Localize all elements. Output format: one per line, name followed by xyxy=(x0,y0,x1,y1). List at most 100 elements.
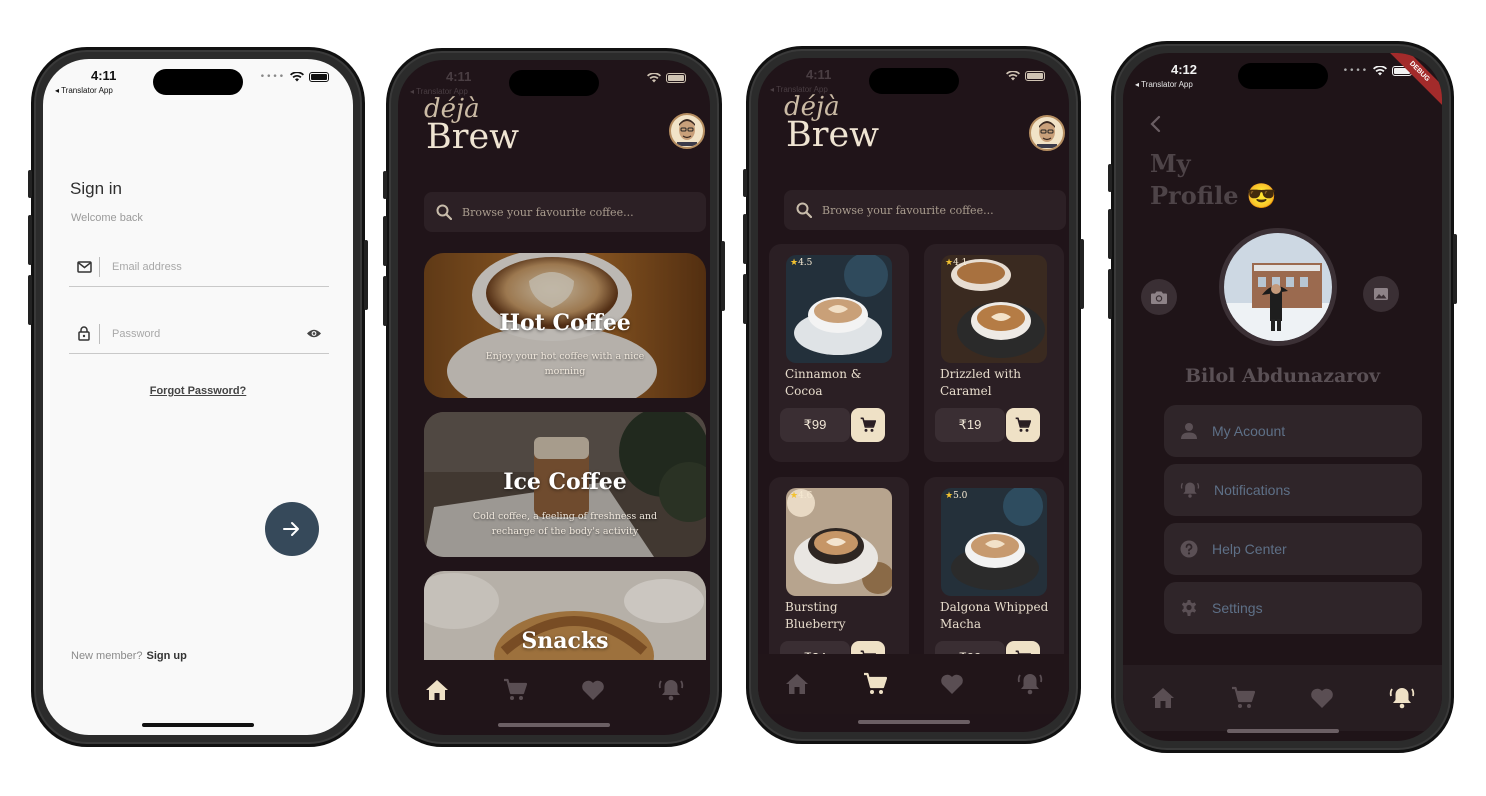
bell-icon[interactable] xyxy=(656,675,686,705)
password-field[interactable] xyxy=(69,314,329,354)
menu-label: My Acoount xyxy=(1212,423,1286,439)
wifi-icon xyxy=(1006,71,1020,81)
rating-value: 5.0 xyxy=(953,491,968,501)
product-card[interactable]: ★4.1 Drizzled with Caramel ₹19 xyxy=(924,244,1064,462)
bell-icon[interactable] xyxy=(1387,683,1417,713)
menu-notifications[interactable]: Notifications xyxy=(1164,464,1422,516)
back-to-app-link[interactable]: ◂ Translator App xyxy=(1135,80,1193,89)
side-button xyxy=(383,171,387,199)
bell-icon[interactable] xyxy=(1015,669,1045,699)
category-title: Ice Coffee xyxy=(503,469,627,495)
menu-settings[interactable]: Settings xyxy=(1164,582,1422,634)
side-button xyxy=(743,169,747,197)
avatar[interactable] xyxy=(1029,115,1065,151)
camera-button[interactable] xyxy=(1141,279,1177,315)
search-bar[interactable] xyxy=(424,192,706,232)
search-input[interactable] xyxy=(462,205,682,219)
product-price: ₹19 xyxy=(935,408,1005,442)
product-image: ★5.0 xyxy=(941,488,1047,596)
home-icon[interactable] xyxy=(782,669,812,699)
product-card[interactable]: ★4.5 Cinnamon & Cocoa ₹99 xyxy=(769,244,909,462)
side-button xyxy=(1108,269,1112,319)
email-input[interactable] xyxy=(112,260,329,273)
back-button[interactable] xyxy=(1149,115,1161,137)
wifi-icon xyxy=(647,73,661,83)
side-button xyxy=(364,240,368,310)
forgot-password-link[interactable]: Forgot Password? xyxy=(43,385,353,397)
search-icon xyxy=(796,202,812,218)
menu-my-account[interactable]: My Acoount xyxy=(1164,405,1422,457)
cart-icon[interactable] xyxy=(1228,683,1258,713)
rating-badge: ★4.5 xyxy=(790,258,812,268)
bell-icon xyxy=(1180,482,1200,498)
side-button xyxy=(1453,234,1457,304)
page-title-line2: Profile 😎 xyxy=(1150,181,1277,210)
heart-icon[interactable] xyxy=(937,669,967,699)
eye-icon[interactable] xyxy=(299,328,329,339)
category-card-hot-coffee[interactable]: Hot Coffee Enjoy your hot coffee with a … xyxy=(424,253,706,398)
rating-badge: ★4.1 xyxy=(945,258,967,268)
star-icon: ★ xyxy=(945,491,954,501)
profile-name: Bilol Abdunazarov xyxy=(1184,365,1381,387)
phone-profile: DEBUG 4:12 ◂ Translator App •••• My Prof… xyxy=(1108,41,1457,753)
help-icon xyxy=(1180,540,1198,558)
home-icon[interactable] xyxy=(422,675,452,705)
person-icon xyxy=(1181,423,1197,439)
page-title-line1: My xyxy=(1150,149,1191,178)
rating-value: 4.1 xyxy=(953,258,968,268)
page-title: My Profile 😎 xyxy=(1150,148,1277,212)
cart-icon[interactable] xyxy=(500,675,530,705)
side-button xyxy=(743,274,747,324)
battery-icon xyxy=(309,72,329,82)
phone-home: 4:11 ◂ Translator App déjà Brew Browse y… xyxy=(383,48,725,747)
status-time: 4:11 xyxy=(806,67,832,82)
category-title: Hot Coffee xyxy=(499,310,631,336)
add-to-cart-button[interactable] xyxy=(1006,408,1040,442)
phone-products: 4:11 ◂ Translator App déjà Brew ★4.5 xyxy=(743,46,1084,744)
status-icons: •••• xyxy=(1343,66,1412,76)
signal-icon: •••• xyxy=(1342,66,1368,76)
avatar[interactable] xyxy=(669,113,705,149)
status-icons xyxy=(1006,71,1045,81)
menu-label: Settings xyxy=(1212,600,1263,616)
bottom-nav xyxy=(398,660,710,720)
status-time: 4:11 xyxy=(91,68,117,83)
heart-icon[interactable] xyxy=(1307,683,1337,713)
product-name: Drizzled with Caramel xyxy=(940,367,1021,398)
add-to-cart-button[interactable] xyxy=(851,408,885,442)
password-input[interactable] xyxy=(112,327,299,340)
search-input[interactable] xyxy=(822,203,1042,217)
products-screen: 4:11 ◂ Translator App déjà Brew ★4.5 xyxy=(758,58,1069,732)
category-title: Snacks xyxy=(521,628,609,654)
menu-help-center[interactable]: Help Center xyxy=(1164,523,1422,575)
side-button xyxy=(28,170,32,198)
product-name: Cinnamon & Cocoa xyxy=(785,367,862,398)
category-card-ice-coffee[interactable]: Ice Coffee Cold coffee, a feeling of fre… xyxy=(424,412,706,557)
submit-button[interactable] xyxy=(265,502,319,556)
back-to-app-link[interactable]: ◂ Translator App xyxy=(55,86,113,95)
dynamic-island xyxy=(509,70,599,96)
search-bar[interactable] xyxy=(784,190,1066,230)
cart-icon xyxy=(1015,417,1031,432)
home-icon[interactable] xyxy=(1148,683,1178,713)
profile-photo[interactable] xyxy=(1219,228,1337,346)
status-time: 4:11 xyxy=(446,69,472,84)
email-field[interactable] xyxy=(69,247,329,287)
gallery-button[interactable] xyxy=(1363,276,1399,312)
cart-icon xyxy=(860,417,876,432)
home-indicator xyxy=(1226,729,1339,733)
signup-prompt: New member? Sign up xyxy=(71,650,187,662)
status-icons: •••• xyxy=(260,72,329,82)
home-screen: 4:11 ◂ Translator App déjà Brew Browse y… xyxy=(398,60,710,735)
phone-signin: 4:11 ◂ Translator App •••• Sign in Welco… xyxy=(28,47,368,747)
rating-badge: ★5.0 xyxy=(945,491,967,501)
brand-logo-bottom: Brew xyxy=(786,115,880,155)
home-indicator xyxy=(498,723,610,727)
rating-value: 4.6 xyxy=(798,491,813,501)
bottom-nav xyxy=(1123,665,1442,731)
signup-link[interactable]: Sign up xyxy=(147,650,187,662)
heart-icon[interactable] xyxy=(578,675,608,705)
side-button xyxy=(28,215,32,265)
star-icon: ★ xyxy=(945,258,954,268)
cart-icon[interactable] xyxy=(860,669,890,699)
